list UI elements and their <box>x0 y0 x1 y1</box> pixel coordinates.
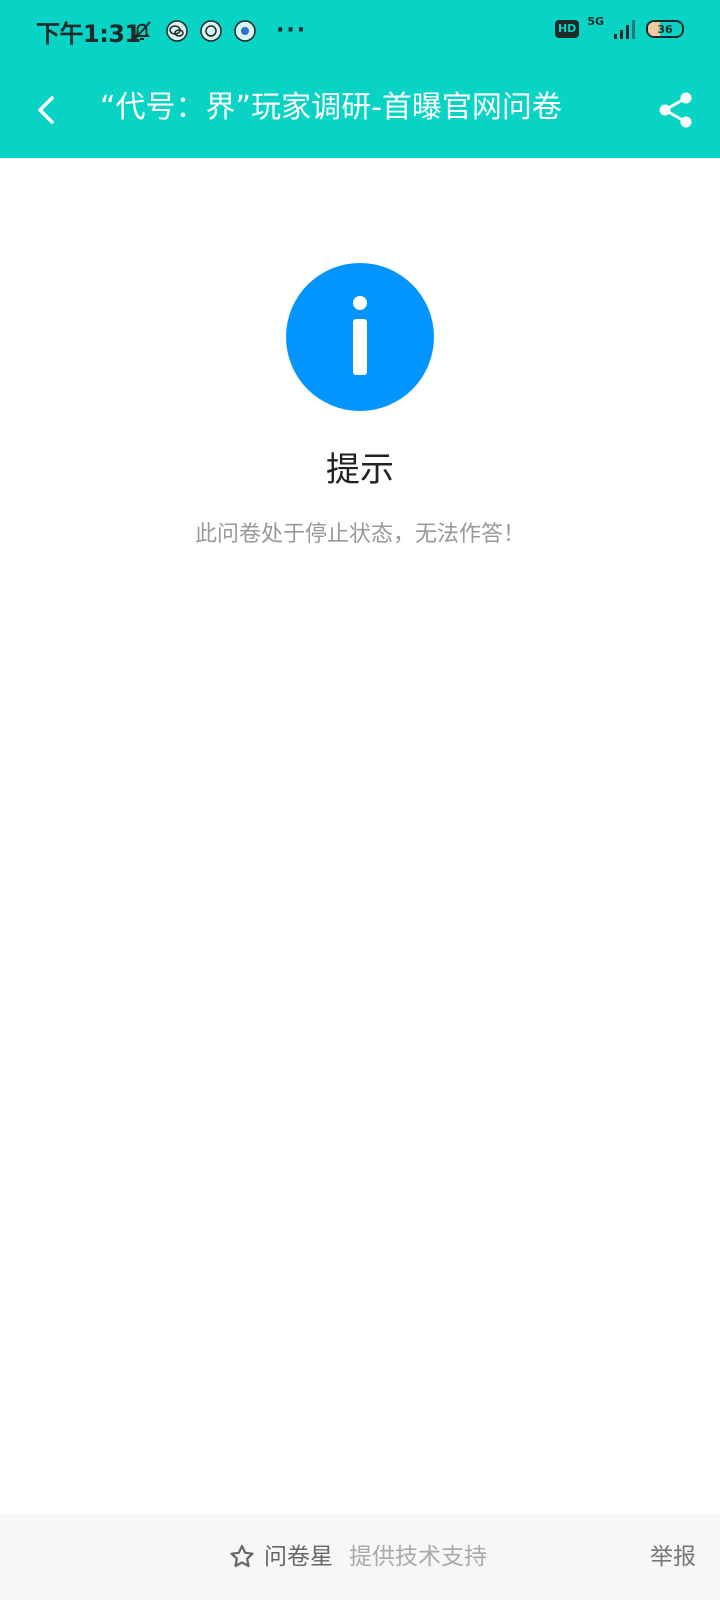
report-link[interactable]: 举报 <box>650 1540 696 1574</box>
info-icon-dot <box>353 296 367 310</box>
app-notification-icon <box>200 19 222 42</box>
notice-message: 此问卷处于停止状态，无法作答！ <box>194 522 525 547</box>
notification-icons: ··· <box>130 18 307 43</box>
share-button[interactable] <box>656 90 696 130</box>
battery-icon: 36 <box>646 20 684 38</box>
brand-support-text: 提供技术支持 <box>349 1544 487 1570</box>
footer-brand[interactable]: 问卷星 提供技术支持 <box>228 1540 487 1574</box>
back-button[interactable] <box>28 90 68 130</box>
hd-badge: HD <box>554 20 580 38</box>
page-title: “代号：界”玩家调研-首曝官网问卷 <box>100 90 562 125</box>
app-notification-icon-2 <box>234 19 256 42</box>
star-icon <box>230 1544 254 1568</box>
app-header: “代号：界”玩家调研-首曝官网问卷 <box>0 62 720 158</box>
info-icon <box>286 263 434 411</box>
mute-bell-icon <box>133 20 151 41</box>
system-indicators: HD 5G 36 <box>554 14 684 40</box>
info-icon-bar <box>353 319 367 375</box>
chevron-left-icon <box>38 96 54 124</box>
network-type: 5G <box>587 14 604 28</box>
status-time: 下午1:31 <box>36 20 141 48</box>
signal-icon <box>614 20 635 39</box>
status-bar: 下午1:31 ··· HD 5G 36 <box>0 0 720 62</box>
more-notifications-icon: ··· <box>276 18 308 43</box>
notice-title: 提示 <box>326 450 394 490</box>
footer: 问卷星 提供技术支持 举报 <box>0 1514 720 1600</box>
brand-name: 问卷星 <box>264 1544 333 1570</box>
share-icon <box>659 92 692 128</box>
wechat-icon <box>166 19 188 42</box>
battery-level: 36 <box>657 22 673 36</box>
